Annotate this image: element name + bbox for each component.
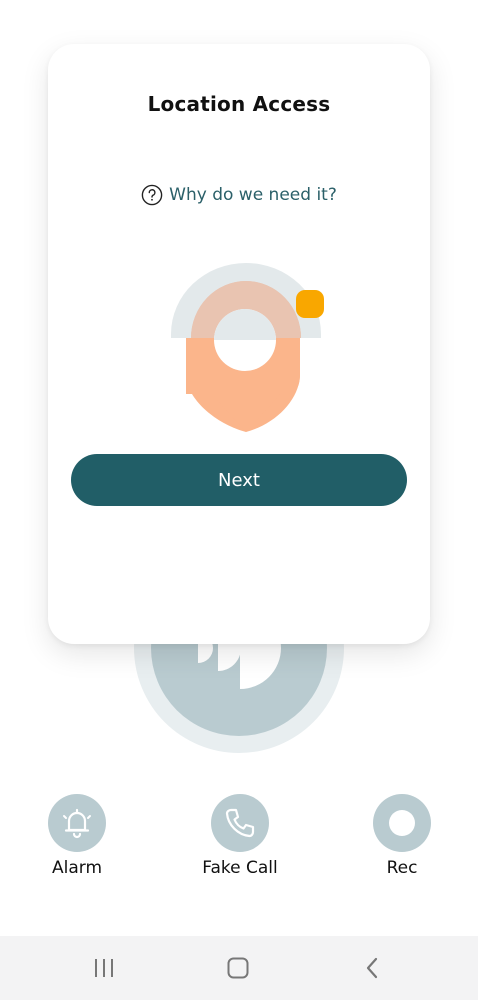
fake-call-label: Fake Call <box>202 858 278 878</box>
rec-label: Rec <box>386 858 418 878</box>
question-circle-icon <box>141 184 163 206</box>
phone-icon <box>225 808 255 838</box>
fake-call-action[interactable]: Fake Call <box>190 794 290 878</box>
quick-actions: Alarm Fake Call Rec <box>0 794 478 884</box>
bell-icon <box>63 808 91 839</box>
rec-action[interactable]: Rec <box>372 794 432 878</box>
recent-apps-icon <box>95 959 113 977</box>
home-icon <box>227 957 249 979</box>
why-do-we-need-it-link[interactable]: Why do we need it? <box>48 184 430 206</box>
location-access-card: Location Access Why do we need it? Next <box>48 44 430 644</box>
back-button[interactable] <box>352 954 392 982</box>
rec-button[interactable] <box>373 794 431 852</box>
location-permission-screen: Location Access Why do we need it? Next … <box>0 0 478 1000</box>
fake-call-button[interactable] <box>211 794 269 852</box>
record-icon <box>389 810 415 836</box>
system-navigation-bar <box>0 936 478 1000</box>
back-icon <box>366 957 378 979</box>
location-pin-icon <box>171 263 324 432</box>
home-button[interactable] <box>218 954 258 982</box>
next-button[interactable]: Next <box>71 454 407 506</box>
card-title: Location Access <box>147 92 331 116</box>
alarm-label: Alarm <box>51 858 103 878</box>
why-link-text: Why do we need it? <box>169 185 337 205</box>
alarm-button[interactable] <box>48 794 106 852</box>
alarm-action[interactable]: Alarm <box>47 794 107 878</box>
recent-apps-button[interactable] <box>84 954 124 982</box>
